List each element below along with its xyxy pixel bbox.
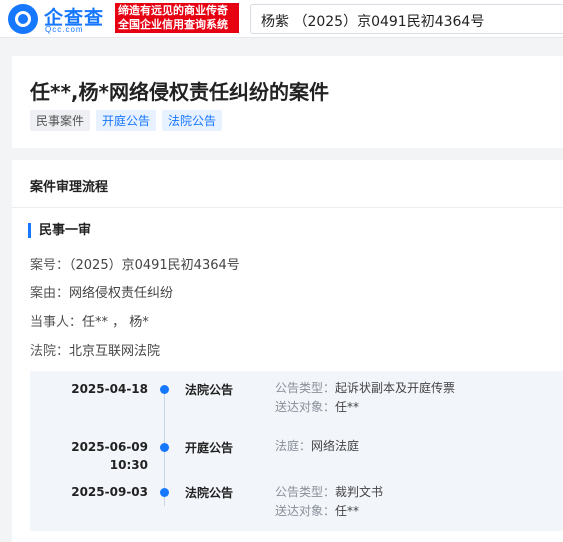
parties-value[interactable]: 任** ， 杨*: [82, 315, 149, 330]
logo-icon: [8, 4, 38, 34]
case-number-label: 案号：: [30, 258, 70, 273]
stage-title: 民事一审: [28, 223, 91, 238]
court-label: 法院：: [30, 344, 70, 359]
detail-value: 裁判文书: [335, 485, 384, 499]
parties-label: 当事人：: [30, 315, 83, 330]
case-title: 任**,杨*网络侵权责任纠纷的案件: [30, 80, 329, 104]
timeline-dot-1: [160, 385, 169, 394]
parties-row: 当事人：任** ， 杨*: [30, 311, 149, 330]
timeline-date-2-time: 10:30: [109, 458, 148, 472]
top-bar: 企查查 Qcc.com 缔造有远见的商业传奇 全国企业信用查询系统 杨紫 （20…: [0, 0, 563, 38]
detail-label: 法庭：: [275, 439, 312, 453]
detail-value: 网络法庭: [311, 439, 360, 453]
timeline-type-3: 法院公告: [185, 486, 234, 500]
detail-label: 送达对象：: [275, 400, 336, 414]
detail-value: 任**: [335, 400, 360, 414]
timeline-date-1: 2025-04-18: [71, 382, 148, 396]
timeline-date-2-day: 2025-06-09: [71, 440, 148, 454]
timeline-date-3: 2025-09-03: [71, 485, 148, 499]
detail-value: 任**: [335, 504, 360, 518]
timeline-detail-3: 公告类型：裁判文书 送达对象：任**: [275, 483, 383, 521]
detail-label: 公告类型：: [275, 485, 336, 499]
qcc-logo[interactable]: 企查查 Qcc.com: [6, 3, 114, 35]
timeline-dot-3: [160, 488, 169, 497]
divider: [12, 207, 563, 208]
cause-label: 案由：: [30, 286, 70, 301]
slogan-line-2: 全国企业信用查询系统: [118, 18, 228, 31]
slogan-banner: 缔造有远见的商业传奇 全国企业信用查询系统: [115, 3, 239, 33]
case-number-value: （2025）京0491民初4364号: [69, 258, 240, 273]
search-input[interactable]: 杨紫 （2025）京0491民初4364号: [250, 4, 563, 34]
timeline-date-2: 2025-06-09 10:30: [48, 438, 148, 474]
court-row: 法院：北京互联网法院: [30, 340, 160, 359]
cause-value: 网络侵权责任纠纷: [69, 286, 174, 301]
timeline: 2025-04-18 法院公告 公告类型：起诉状副本及开庭传票 送达对象：任**…: [30, 371, 563, 531]
tag-court-notice[interactable]: 法院公告: [162, 110, 223, 131]
case-number-row: 案号：（2025）京0491民初4364号: [30, 254, 240, 273]
detail-label: 送达对象：: [275, 504, 336, 518]
section-title: 案件审理流程: [30, 180, 109, 195]
case-process-card: 案件审理流程 民事一审 案号：（2025）京0491民初4364号 案由：网络侵…: [12, 160, 563, 542]
timeline-type-1: 法院公告: [185, 383, 234, 397]
case-tags: 民事案件 开庭公告 法院公告: [30, 110, 223, 131]
tag-civil-case: 民事案件: [30, 110, 91, 131]
timeline-dot-2: [160, 443, 169, 452]
logo-subtext: Qcc.com: [45, 25, 84, 34]
detail-label: 公告类型：: [275, 381, 336, 395]
tag-hearing-notice[interactable]: 开庭公告: [96, 110, 157, 131]
slogan-line-1: 缔造有远见的商业传奇: [118, 4, 228, 17]
case-header-card: 任**,杨*网络侵权责任纠纷的案件 民事案件 开庭公告 法院公告: [12, 56, 563, 148]
timeline-type-2: 开庭公告: [185, 441, 234, 455]
timeline-detail-1: 公告类型：起诉状副本及开庭传票 送达对象：任**: [275, 379, 455, 417]
cause-row: 案由：网络侵权责任纠纷: [30, 282, 173, 301]
timeline-detail-2: 法庭：网络法庭: [275, 437, 359, 456]
detail-value: 起诉状副本及开庭传票: [335, 381, 456, 395]
court-value[interactable]: 北京互联网法院: [69, 344, 160, 359]
